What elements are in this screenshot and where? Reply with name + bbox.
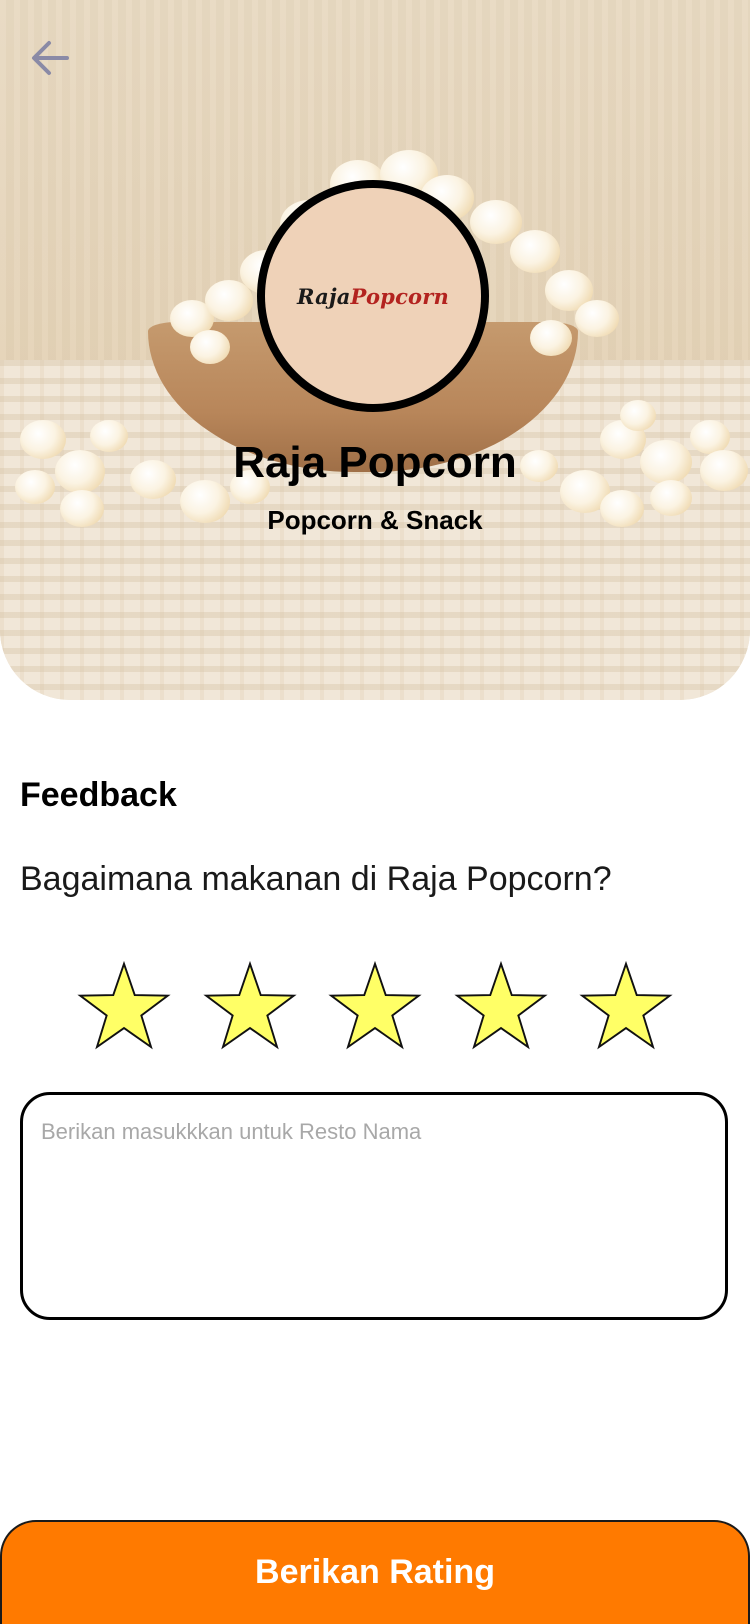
popcorn-kernel xyxy=(620,400,656,431)
restaurant-logo: RajaPopcorn xyxy=(257,180,489,412)
feedback-input-box xyxy=(20,1092,728,1320)
star-icon[interactable] xyxy=(577,960,675,1052)
logo-wordmark-part1: Raja xyxy=(297,283,351,309)
star-rating xyxy=(75,960,675,1056)
feedback-question: Bagaimana makanan di Raja Popcorn? xyxy=(20,860,612,898)
popcorn-kernel xyxy=(530,320,572,356)
submit-rating-button[interactable]: Berikan Rating xyxy=(0,1520,750,1624)
popcorn-kernel xyxy=(575,300,619,337)
star-icon[interactable] xyxy=(326,960,424,1052)
restaurant-category: Popcorn & Snack xyxy=(267,505,483,535)
restaurant-logo-inner: RajaPopcorn xyxy=(265,188,481,404)
star-icon[interactable] xyxy=(452,960,550,1052)
logo-wordmark: RajaPopcorn xyxy=(297,284,449,309)
arrow-left-icon xyxy=(32,41,69,75)
popcorn-kernel xyxy=(510,230,560,273)
back-button[interactable] xyxy=(22,30,78,86)
restaurant-name: Raja Popcorn xyxy=(233,438,517,487)
logo-wordmark-part2: Popcorn xyxy=(350,283,449,309)
star-icon[interactable] xyxy=(201,960,299,1052)
popcorn-kernel xyxy=(190,330,230,364)
feedback-title: Feedback xyxy=(20,776,177,814)
feedback-input[interactable] xyxy=(41,1119,707,1293)
star-icon[interactable] xyxy=(75,960,173,1052)
